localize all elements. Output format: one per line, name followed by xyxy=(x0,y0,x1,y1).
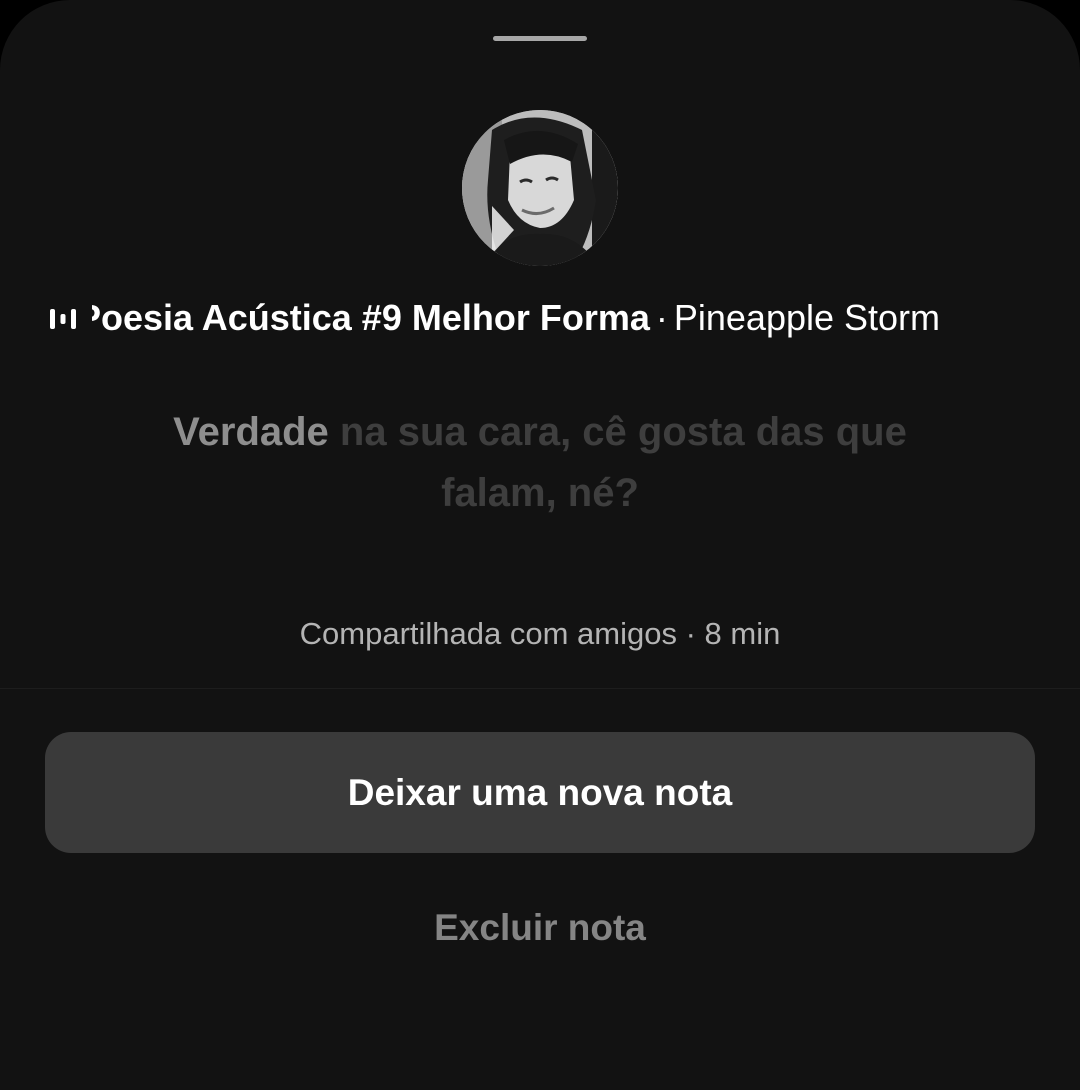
song-artist: Pineapple Storm xyxy=(673,297,941,338)
now-playing-song[interactable]: Poesia Acústica #9 Melhor Forma · Pineappl… xyxy=(0,290,1080,346)
avatar[interactable] xyxy=(462,110,618,266)
lyric-rest: na sua cara, cê gosta das que falam, né? xyxy=(328,410,907,515)
delete-note-button[interactable]: Excluir nota xyxy=(340,898,740,958)
divider xyxy=(0,688,1080,689)
new-note-button[interactable]: Deixar uma nova nota xyxy=(45,732,1035,853)
note-meta-info: Compartilhada com amigos · 8 min xyxy=(299,616,781,651)
song-separator: · xyxy=(655,297,668,338)
song-line: Poesia Acústica #9 Melhor Forma · Pineappl… xyxy=(92,296,940,340)
music-bars-icon xyxy=(50,309,76,329)
avatar-photo xyxy=(462,110,618,266)
lyrics-text: Verdade na sua cara, cê gosta das que fa… xyxy=(110,402,970,524)
sheet-grabber-handle[interactable] xyxy=(493,36,587,41)
note-bottom-sheet: Poesia Acústica #9 Melhor Forma · Pineappl… xyxy=(0,0,1080,1090)
song-title: Poesia Acústica #9 Melhor Forma xyxy=(92,297,650,338)
lyric-active-word: Verdade xyxy=(173,410,329,454)
song-marquee: Poesia Acústica #9 Melhor Forma · Pineappl… xyxy=(92,290,1026,346)
